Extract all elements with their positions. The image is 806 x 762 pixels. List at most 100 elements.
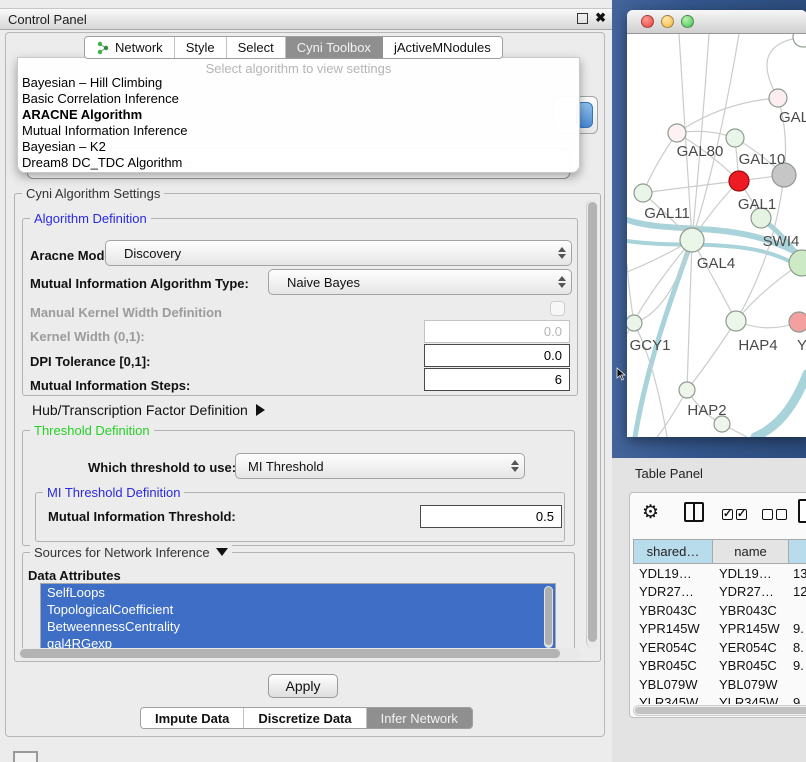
tab-label: Cyni Toolbox — [297, 40, 371, 55]
tab-network[interactable]: Network — [85, 37, 175, 58]
network-node[interactable] — [680, 228, 704, 252]
table-row[interactable]: YBL079WYBL079W — [633, 675, 806, 694]
network-node[interactable] — [668, 124, 686, 142]
network-node[interactable] — [769, 89, 787, 107]
network-icon — [96, 41, 110, 55]
select-all-checkboxes-icon[interactable] — [722, 507, 750, 525]
which-threshold-label: Which threshold to use: — [88, 460, 236, 475]
aracne-mode-combo[interactable]: Discovery — [105, 240, 572, 266]
minimized-panel-icon[interactable] — [13, 751, 38, 762]
table-row[interactable]: YBR043CYBR043C — [633, 601, 806, 620]
mouse-cursor — [616, 367, 626, 381]
minimize-traffic-light-icon[interactable] — [661, 15, 674, 28]
node-label: GAL4 — [697, 255, 735, 272]
mi-algorithm-type-combo[interactable]: Naive Bayes — [268, 269, 572, 295]
table-cell: YBR043C — [633, 603, 713, 618]
algorithm-option[interactable]: Basic Correlation Inference — [18, 91, 579, 107]
table-cell: YLR345W — [633, 695, 713, 704]
dpi-tolerance-field[interactable]: 0.0 — [424, 344, 570, 367]
dpi-tolerance-label: DPI Tolerance [0,1]: — [30, 354, 150, 369]
network-node[interactable] — [793, 34, 806, 47]
which-threshold-combo[interactable]: MI Threshold — [235, 453, 525, 479]
cyni-settings-title: Cyni Algorithm Settings — [22, 186, 164, 201]
algorithm-option[interactable]: ARACNE Algorithm — [18, 107, 579, 123]
column-header-name[interactable]: name — [713, 539, 789, 564]
zoom-traffic-light-icon[interactable] — [681, 15, 694, 28]
table-row[interactable]: YER054CYER054C8. — [633, 638, 806, 657]
mi-steps-field[interactable]: 6 — [424, 368, 570, 391]
mi-threshold-field[interactable]: 0.5 — [420, 505, 562, 528]
network-node[interactable] — [627, 315, 642, 331]
table-cell: YER054C — [633, 640, 713, 655]
network-node[interactable] — [729, 171, 749, 191]
column-header-shared[interactable]: shared… — [633, 539, 713, 564]
bottom-tabstrip: Impute DataDiscretize DataInfer Network — [140, 707, 473, 729]
chevron-down-icon — [216, 548, 228, 556]
table-cell: YBL079W — [713, 677, 789, 692]
network-canvas[interactable]: GALGAL80GAL10GAL1GAL11SWI4GAL4GCY1HAP4YH… — [627, 34, 806, 437]
manual-kernel-checkbox[interactable] — [550, 301, 565, 316]
network-node[interactable] — [789, 312, 806, 332]
algorithm-option[interactable]: Dream8 DC_TDC Algorithm — [18, 155, 579, 171]
control-panel-title: Control Panel — [8, 12, 87, 27]
table-toolbar: ⚙ — [630, 493, 806, 537]
data-attributes-list[interactable]: SelfLoopsTopologicalCoefficientBetweenne… — [40, 583, 556, 653]
bottom-tab-impute-data[interactable]: Impute Data — [141, 708, 244, 728]
close-panel-icon[interactable]: ✖ — [595, 10, 606, 26]
column-header-partial[interactable] — [789, 539, 806, 564]
node-label: Y — [797, 337, 806, 354]
attribute-item[interactable]: SelfLoops — [41, 584, 555, 601]
hub-definition-toggle[interactable]: Hub/Transcription Factor Definition — [32, 402, 265, 418]
network-view-window: GALGAL80GAL10GAL1GAL11SWI4GAL4GCY1HAP4YH… — [627, 10, 806, 437]
table-horizontal-scrollbar[interactable] — [633, 705, 806, 716]
algorithm-option[interactable]: Bayesian – Hill Climbing — [18, 75, 579, 91]
table-row[interactable]: YPR145WYPR145W9. — [633, 620, 806, 639]
network-node[interactable] — [679, 382, 695, 398]
algorithm-option[interactable]: Bayesian – K2 — [18, 139, 579, 155]
combo-spinner-icon — [553, 247, 571, 259]
tab-label: Select — [238, 40, 274, 55]
deselect-all-checkboxes-icon[interactable] — [762, 507, 790, 525]
node-label: HAP2 — [687, 402, 726, 419]
bottom-tab-infer-network[interactable]: Infer Network — [367, 708, 472, 728]
bottom-tab-discretize-data[interactable]: Discretize Data — [244, 708, 366, 728]
settings-horizontal-scrollbar[interactable] — [18, 648, 580, 660]
network-node[interactable] — [726, 311, 746, 331]
float-panel-icon[interactable] — [577, 13, 588, 24]
columns-icon[interactable] — [684, 502, 704, 522]
export-table-icon[interactable] — [798, 499, 806, 523]
tab-select[interactable]: Select — [227, 37, 286, 58]
apply-button[interactable]: Apply — [268, 674, 338, 698]
close-traffic-light-icon[interactable] — [641, 15, 654, 28]
attributes-scrollbar[interactable] — [544, 586, 553, 648]
table-row[interactable]: YLR345WYLR345W9. — [633, 694, 806, 705]
table-row[interactable]: YDR27…YDR27…12 — [633, 583, 806, 602]
table-cell: YBR043C — [713, 603, 789, 618]
kernel-width-field[interactable]: 0.0 — [424, 320, 570, 343]
mi-threshold-label: Mutual Information Threshold: — [48, 509, 236, 524]
table-row[interactable]: YBR045CYBR045C9. — [633, 657, 806, 676]
table-body[interactable]: YDL19…YDL19…13YDR27…YDR27…12YBR043CYBR04… — [633, 564, 806, 704]
table-cell: YDR27… — [713, 584, 789, 599]
tab-jactivemnodules[interactable]: jActiveMNodules — [383, 37, 502, 58]
control-panel-tabstrip: NetworkStyle Select Cyni Toolbox jActiveMNo… — [84, 36, 503, 59]
gear-icon[interactable]: ⚙ — [642, 501, 659, 524]
tab-label: jActiveMNodules — [394, 40, 491, 55]
network-node[interactable] — [789, 250, 806, 276]
attribute-item[interactable]: BetweennessCentrality — [41, 618, 555, 635]
network-node[interactable] — [634, 184, 652, 202]
table-cell: YER054C — [713, 640, 789, 655]
algorithm-option[interactable]: Mutual Information Inference — [18, 123, 579, 139]
table-cell: 9. — [789, 658, 806, 673]
table-header[interactable]: shared… name — [633, 539, 806, 564]
kernel-width-label: Kernel Width (0,1): — [30, 329, 145, 344]
attribute-item[interactable]: TopologicalCoefficient — [41, 601, 555, 618]
tab-style[interactable]: Style — [175, 37, 227, 58]
settings-vertical-scrollbar[interactable] — [586, 200, 598, 648]
network-node[interactable] — [726, 129, 744, 147]
table-row[interactable]: YDL19…YDL19…13 — [633, 564, 806, 583]
sources-group-title[interactable]: Sources for Network Inference — [30, 545, 232, 560]
network-window-titlebar[interactable] — [627, 10, 806, 34]
chevron-right-icon — [256, 404, 265, 416]
tab-cyni-toolbox[interactable]: Cyni Toolbox — [286, 37, 383, 58]
